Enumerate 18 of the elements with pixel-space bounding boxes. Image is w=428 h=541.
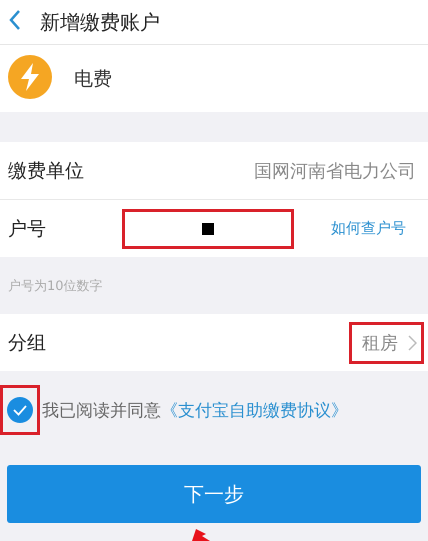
chevron-icon (408, 334, 417, 350)
field-label: 分组 (8, 330, 47, 356)
next-button[interactable]: 下一步 (7, 465, 421, 523)
back-icon[interactable] (8, 9, 22, 31)
service-name: 电费 (74, 66, 112, 92)
page-title: 新增缴费账户 (40, 8, 160, 36)
hint-text: 户号为10位数字 (7, 278, 104, 296)
check-icon (6, 396, 34, 424)
field-label: 户号 (8, 216, 47, 242)
group-selector[interactable]: 租房 (349, 322, 424, 364)
field-label: 缴费单位 (8, 158, 85, 184)
agreement-link[interactable]: 《支付宝自助缴费协议》 (161, 400, 348, 420)
field-value: 国网河南省电力公司 (254, 160, 416, 182)
help-link[interactable]: 如何查户号 (331, 219, 406, 238)
lightning-icon (8, 54, 52, 98)
agreement-text: 我已阅读并同意《支付宝自助缴费协议》 (42, 400, 348, 422)
input-field[interactable] (122, 208, 294, 248)
agree-checkbox[interactable] (0, 385, 40, 435)
